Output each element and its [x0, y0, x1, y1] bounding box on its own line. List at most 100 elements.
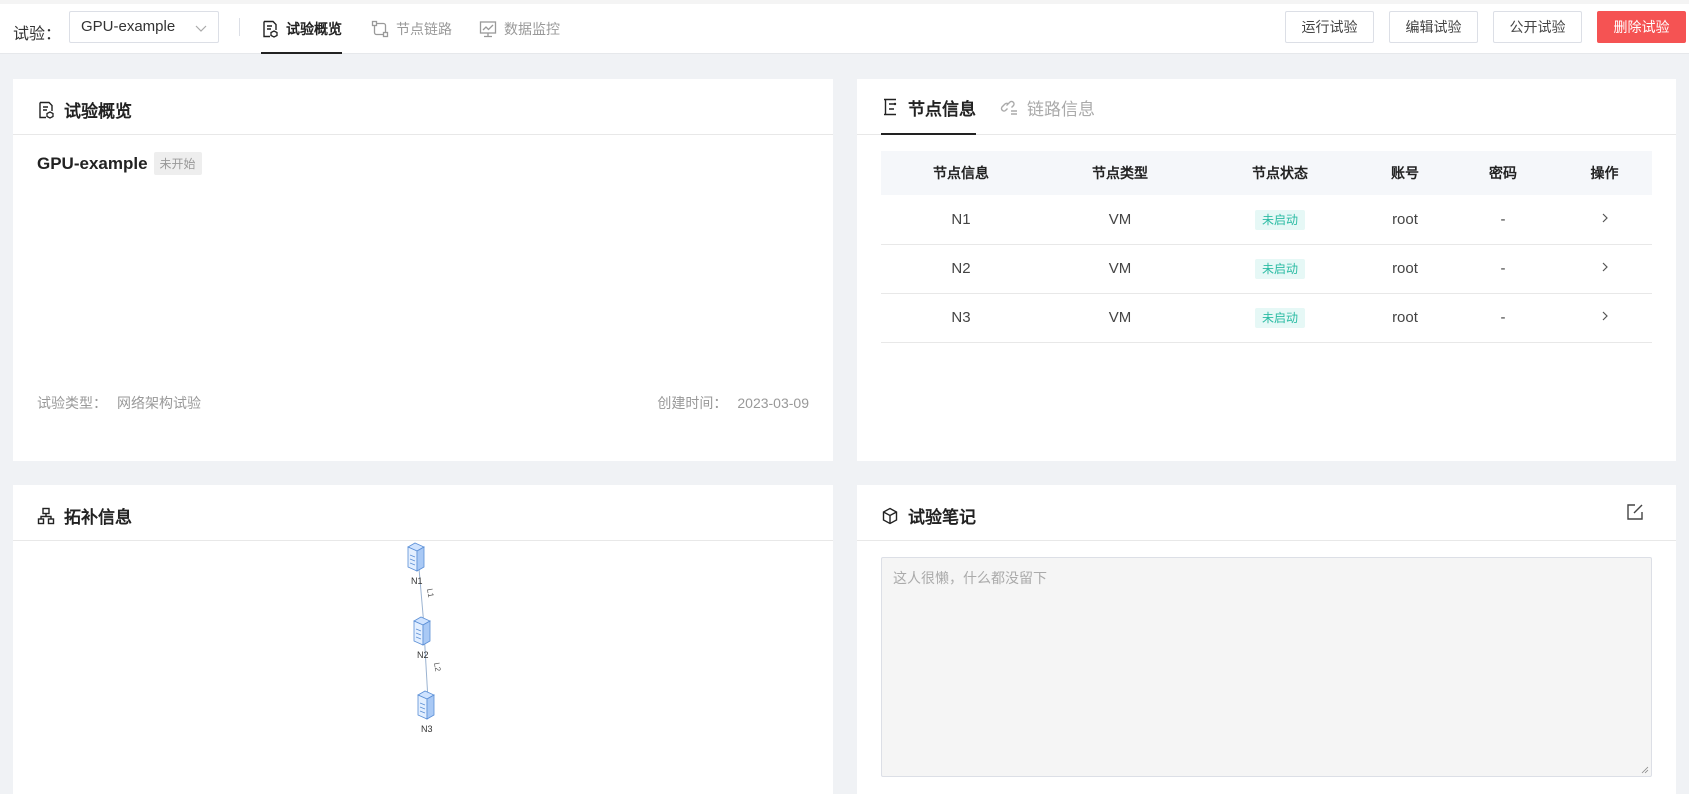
notes-panel-title: 试验笔记 — [881, 503, 976, 528]
experiment-type-label: 试验类型： — [37, 395, 107, 411]
notes-panel-header: 试验笔记 — [857, 485, 1676, 541]
topology-panel-title: 拓补信息 — [37, 503, 132, 528]
row-action[interactable] — [1557, 244, 1652, 294]
status-badge: 未启动 — [1254, 259, 1305, 279]
node-table: 节点信息 节点类型 节点状态 账号 密码 操作 N1 VM 未启动 root -… — [881, 151, 1652, 343]
chevron-right-icon[interactable] — [1599, 261, 1611, 273]
notes-textarea[interactable]: 这人很懒，什么都没留下 — [881, 557, 1652, 777]
overview-title-text: 试验概览 — [64, 102, 132, 121]
chevron-right-icon[interactable] — [1599, 310, 1611, 322]
delete-experiment-button[interactable]: 删除试验 — [1597, 11, 1686, 43]
topology-node-label: N1 — [411, 576, 423, 586]
node-type: VM — [1041, 195, 1199, 245]
publish-experiment-button[interactable]: 公开试验 — [1493, 11, 1582, 43]
row-action[interactable] — [1557, 293, 1652, 343]
topology-node[interactable]: N3 — [417, 690, 435, 734]
table-row[interactable]: N3 VM 未启动 root - — [881, 293, 1652, 343]
node-name: N3 — [881, 293, 1041, 343]
topology-panel: 拓补信息 N1 L1 N2 L2 N3 — [13, 485, 833, 794]
edit-experiment-button[interactable]: 编辑试验 — [1389, 11, 1478, 43]
node-password: - — [1449, 244, 1557, 294]
node-info-panel: 节点信息 链路信息 节点信息 节点类型 节点状态 账号 密码 操作 N1 VM … — [857, 79, 1676, 461]
topology-node[interactable]: N2 — [413, 616, 431, 660]
tab-data-monitor[interactable]: 数据监控 — [479, 4, 560, 54]
overview-panel: 试验概览 GPU-example 未开始 试验类型： 网络架构试验 创建时间： 20… — [13, 79, 833, 461]
notes-panel: 试验笔记 这人很懒，什么都没留下 — [857, 485, 1676, 794]
topology-icon — [37, 507, 55, 524]
topology-node[interactable]: N1 — [407, 542, 425, 586]
node-name: N1 — [881, 195, 1041, 245]
node-password: - — [1449, 195, 1557, 245]
node-info-panel-header: 节点信息 链路信息 — [857, 79, 1676, 135]
server-icon — [407, 542, 425, 572]
node-status: 未启动 — [1199, 293, 1361, 343]
node-password: - — [1449, 293, 1557, 343]
tab-node-info-label: 节点信息 — [908, 99, 976, 119]
overview-doc-icon — [263, 20, 278, 38]
column-header: 节点信息 — [881, 151, 1041, 195]
topology-node-label: N3 — [421, 724, 433, 734]
node-type: VM — [1041, 244, 1199, 294]
server-icon — [413, 616, 431, 646]
edit-icon[interactable] — [1626, 503, 1644, 521]
overview-panel-header: 试验概览 — [13, 79, 833, 135]
overview-doc-icon — [39, 101, 54, 119]
tab-node-info[interactable]: 节点信息 — [881, 79, 976, 135]
node-status: 未启动 — [1199, 244, 1361, 294]
tab-node-link[interactable]: 节点链路 — [371, 4, 452, 54]
column-header: 节点类型 — [1041, 151, 1199, 195]
divider — [239, 18, 240, 36]
overview-panel-title: 试验概览 — [37, 97, 132, 122]
notes-placeholder: 这人很懒，什么都没留下 — [893, 570, 1047, 586]
row-action[interactable] — [1557, 195, 1652, 245]
experiment-select[interactable]: GPU-example — [69, 11, 219, 43]
resize-grip-icon[interactable] — [1641, 766, 1649, 774]
tab-overview[interactable]: 试验概览 — [261, 4, 342, 54]
experiment-label: 试验： — [13, 26, 62, 43]
topology-node-label: N2 — [417, 650, 429, 660]
status-badge: 未启动 — [1254, 209, 1305, 230]
chevron-right-icon[interactable] — [1599, 212, 1611, 224]
column-header: 节点状态 — [1199, 151, 1361, 195]
experiment-select-value: GPU-example — [81, 18, 176, 35]
tab-data-monitor-label: 数据监控 — [504, 21, 560, 37]
node-account: root — [1361, 244, 1449, 294]
topology-link-label: L1 — [425, 588, 436, 599]
run-experiment-button[interactable]: 运行试验 — [1285, 11, 1374, 43]
experiment-name: GPU-example — [37, 153, 148, 173]
experiment-name-row: GPU-example 未开始 — [37, 152, 202, 175]
table-row[interactable]: N1 VM 未启动 root - — [881, 195, 1652, 245]
table-row[interactable]: N2 VM 未启动 root - — [881, 244, 1652, 294]
top-bar: 试验： GPU-example 试验概览 节点链路 数据监控 运行试验 编辑试验… — [0, 0, 1689, 54]
topology-panel-header: 拓补信息 — [13, 485, 833, 541]
topology-canvas[interactable]: N1 L1 N2 L2 N3 — [13, 541, 834, 781]
node-status: 未启动 — [1199, 195, 1361, 245]
topology-link-label: L2 — [432, 662, 443, 673]
column-header: 操作 — [1557, 151, 1652, 195]
created-time-label: 创建时间： — [657, 395, 728, 411]
tab-overview-label: 试验概览 — [286, 21, 342, 37]
status-badge: 未开始 — [153, 152, 202, 175]
created-time: 创建时间： 2023-03-09 — [657, 393, 809, 413]
node-name: N2 — [881, 244, 1041, 294]
monitor-icon — [479, 21, 497, 38]
node-link-icon — [371, 20, 389, 38]
tab-link-info-label: 链路信息 — [1027, 99, 1095, 119]
node-account: root — [1361, 195, 1449, 245]
tab-link-info[interactable]: 链路信息 — [1000, 79, 1095, 135]
topology-title-text: 拓补信息 — [64, 508, 132, 527]
node-account: root — [1361, 293, 1449, 343]
column-header: 账号 — [1361, 151, 1449, 195]
chevron-down-icon — [195, 25, 207, 32]
notes-title-text: 试验笔记 — [908, 508, 976, 527]
link-icon — [1000, 100, 1017, 115]
experiment-type-value: 网络架构试验 — [117, 395, 201, 411]
created-time-value: 2023-03-09 — [737, 395, 809, 411]
node-table-header: 节点信息 节点类型 节点状态 账号 密码 操作 — [881, 151, 1652, 195]
experiment-type: 试验类型： 网络架构试验 — [37, 393, 201, 413]
status-badge: 未启动 — [1254, 308, 1305, 328]
node-type: VM — [1041, 293, 1199, 343]
cube-icon — [882, 507, 898, 524]
server-icon — [417, 690, 435, 720]
tab-node-link-label: 节点链路 — [396, 21, 452, 37]
